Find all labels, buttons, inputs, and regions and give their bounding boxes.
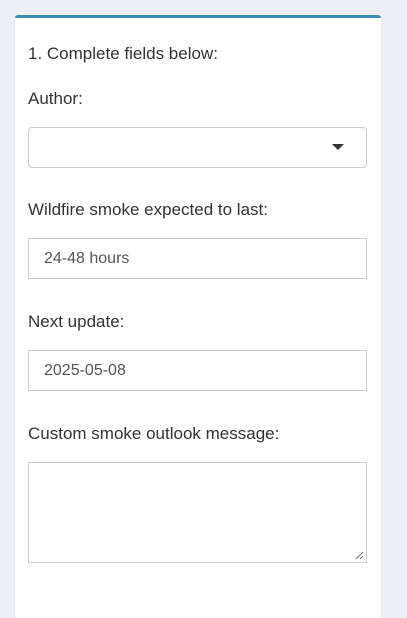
smoke-duration-input[interactable] — [28, 238, 367, 279]
caret-down-icon[interactable] — [332, 144, 344, 150]
author-select[interactable] — [28, 127, 367, 168]
smoke-outlook-form-panel: 1. Complete fields below: Author: Wildfi… — [15, 15, 381, 618]
smoke-duration-label: Wildfire smoke expected to last: — [28, 200, 268, 219]
author-label: Author: — [28, 89, 83, 108]
resize-grip-icon[interactable] — [355, 551, 364, 560]
next-update-label: Next update: — [28, 312, 125, 331]
custom-message-label: Custom smoke outlook message: — [28, 424, 280, 443]
next-update-input[interactable] — [28, 350, 367, 391]
step-label: 1. Complete fields below: — [28, 44, 218, 63]
custom-message-textarea[interactable] — [28, 462, 367, 563]
